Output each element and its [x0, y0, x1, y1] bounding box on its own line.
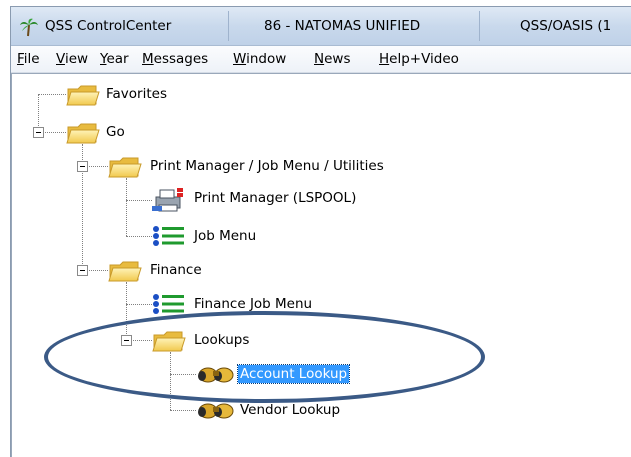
- tree-node-label: Vendor Lookup: [240, 402, 341, 418]
- tree-node-lookups[interactable]: Lookups: [152, 329, 352, 351]
- tree-node-label: Favorites: [106, 86, 167, 102]
- folder-icon: [66, 121, 100, 145]
- district-title: 86 - NATOMAS UNIFIED: [264, 18, 421, 34]
- folder-icon: [108, 155, 142, 179]
- tree-line: [42, 132, 66, 133]
- tree-node-job-menu[interactable]: Job Menu: [152, 225, 352, 247]
- title-separator: [228, 11, 229, 41]
- tree-line: [170, 374, 196, 375]
- menu-bar: File View Year Messages Window News Help…: [11, 46, 631, 73]
- tree-line: [126, 178, 127, 236]
- tree-line: [130, 340, 152, 341]
- menu-year[interactable]: Year: [100, 46, 129, 72]
- tree-node-label: Lookups: [194, 332, 250, 348]
- tree-node-label: Print Manager (LSPOOL): [194, 190, 357, 206]
- menu-help-video[interactable]: Help+Video: [379, 46, 459, 72]
- tree-node-finance[interactable]: Finance: [108, 259, 308, 281]
- lookups-collapse-toggle[interactable]: [121, 335, 132, 346]
- tree-node-label: Print Manager / Job Menu / Utilities: [150, 158, 384, 174]
- tree-node-vendor-lookup[interactable]: Vendor Lookup: [196, 399, 416, 421]
- palm-tree-icon: [20, 18, 38, 37]
- title-bar[interactable]: QSS ControlCenter 86 - NATOMAS UNIFIED Q…: [11, 7, 631, 46]
- tree-node-label: Job Menu: [194, 228, 257, 244]
- tree-node-account-lookup[interactable]: Account Lookup: [196, 363, 416, 385]
- bullet-list-icon: [152, 293, 186, 315]
- tree-line: [38, 94, 66, 95]
- binoculars-icon: [196, 399, 236, 421]
- folder-icon: [108, 259, 142, 283]
- menu-messages[interactable]: Messages: [142, 46, 208, 72]
- navigation-tree: Favorites Go Print Manager / Job Menu / …: [11, 73, 631, 457]
- system-title: QSS/OASIS (1: [520, 18, 612, 34]
- tree-line: [126, 282, 127, 340]
- printer-icon: [152, 188, 183, 212]
- go-collapse-toggle[interactable]: [33, 127, 44, 138]
- tree-node-label: Account Lookup: [236, 364, 351, 384]
- tree-line: [126, 304, 152, 305]
- tree-node-favorites[interactable]: Favorites: [66, 83, 266, 105]
- tree-node-label: Finance Job Menu: [194, 296, 313, 312]
- bullet-list-icon: [152, 225, 186, 247]
- main-window: QSS ControlCenter 86 - NATOMAS UNIFIED Q…: [10, 6, 631, 457]
- menu-window[interactable]: Window: [233, 46, 286, 72]
- tree-node-print-manager[interactable]: Print Manager (LSPOOL): [152, 187, 412, 212]
- menu-file[interactable]: File: [17, 46, 40, 72]
- tree-node-go[interactable]: Go: [66, 121, 266, 143]
- binoculars-icon: [196, 363, 236, 385]
- folder-icon: [66, 83, 100, 107]
- title-separator: [479, 11, 480, 41]
- tree-line: [170, 352, 171, 410]
- tree-node-finance-job-menu[interactable]: Finance Job Menu: [152, 293, 392, 315]
- tree-line: [86, 270, 108, 271]
- menu-news[interactable]: News: [314, 46, 351, 72]
- finance-collapse-toggle[interactable]: [77, 265, 88, 276]
- tree-node-label: Finance: [150, 262, 202, 278]
- tree-line: [86, 166, 108, 167]
- tree-line: [170, 410, 196, 411]
- folder-icon: [152, 329, 186, 353]
- tree-line: [126, 200, 152, 201]
- tree-node-label: Go: [106, 124, 125, 140]
- app-title: QSS ControlCenter: [45, 18, 172, 34]
- menu-view[interactable]: View: [56, 46, 88, 72]
- print-manager-folder-collapse-toggle[interactable]: [77, 161, 88, 172]
- tree-node-print-job-utilities[interactable]: Print Manager / Job Menu / Utilities: [108, 155, 438, 177]
- tree-line: [126, 236, 152, 237]
